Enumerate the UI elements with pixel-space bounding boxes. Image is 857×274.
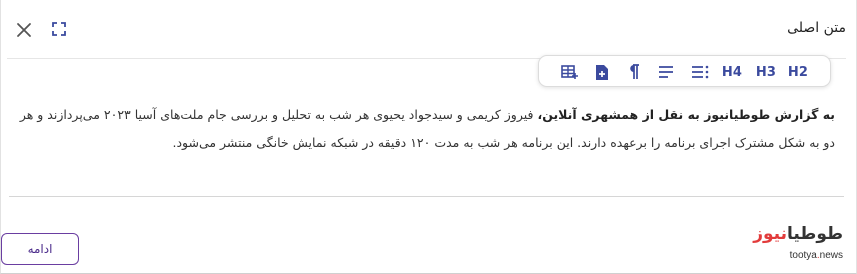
list-options-icon	[692, 65, 709, 79]
close-icon[interactable]	[15, 21, 33, 39]
heading-h2-label: H2	[787, 64, 809, 80]
heading-h3-label: H3	[755, 64, 777, 80]
insert-table-icon	[561, 65, 578, 79]
content-divider	[9, 196, 844, 197]
dialog-header: متن اصلی	[1, 0, 857, 58]
logo-wordmark: طوطیانیوز	[753, 224, 843, 244]
paragraph-icon	[630, 64, 639, 79]
article-text[interactable]: به گزارش طوطیانیوز به نقل از همشهری آنلا…	[19, 101, 835, 157]
list-options-button[interactable]	[689, 62, 711, 82]
align-button[interactable]	[655, 62, 677, 82]
align-right-icon	[659, 66, 673, 78]
logo-domain: tootya.news	[771, 250, 843, 261]
dialog-title: متن اصلی	[787, 20, 846, 36]
article-lead: به گزارش طوطیانیوز به نقل از همشهری آنلا…	[537, 107, 835, 122]
insert-table-button[interactable]	[559, 62, 581, 82]
heading-h3-button[interactable]: H3	[755, 62, 777, 82]
heading-h4-button[interactable]: H4	[721, 62, 743, 82]
add-file-button[interactable]	[591, 62, 613, 82]
logo-part-2: نیوز	[753, 224, 787, 244]
logo-part-1: طوطیا	[786, 224, 843, 244]
expand-icon[interactable]	[51, 21, 67, 37]
continue-button[interactable]: ادامه	[1, 233, 79, 265]
paragraph-button[interactable]	[623, 62, 645, 82]
editor-toolbar: H4 H3 H2	[538, 55, 831, 87]
logo-domain-b: news	[819, 250, 843, 261]
add-file-icon	[596, 64, 608, 80]
heading-h4-label: H4	[721, 64, 743, 80]
site-logo: طوطیانیوز tootya.news	[753, 224, 843, 266]
heading-h2-button[interactable]: H2	[787, 62, 809, 82]
dialog: متن اصلی H4 H3 H2 به گزارش طوطیانیوز به …	[0, 0, 857, 274]
logo-domain-a: tootya	[789, 250, 817, 261]
